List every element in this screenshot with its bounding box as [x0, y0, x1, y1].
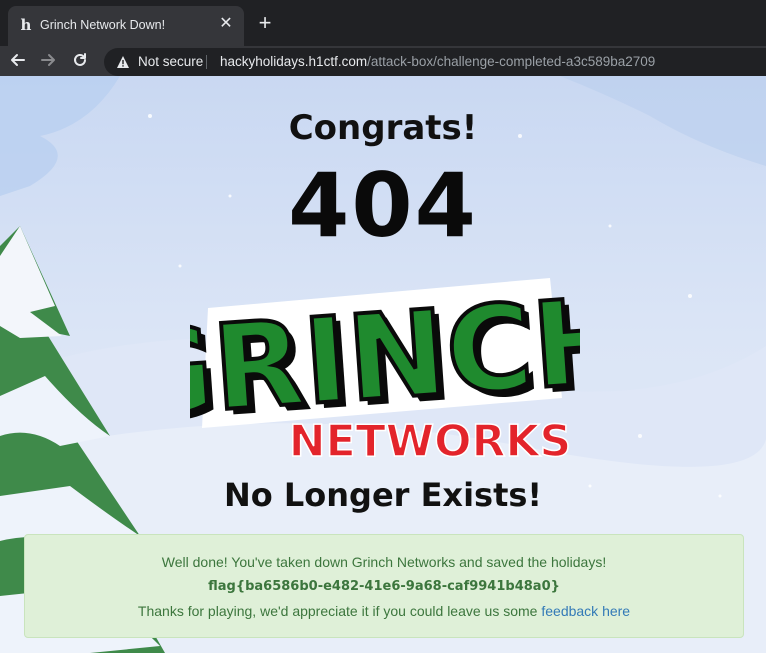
back-arrow-icon[interactable]: [8, 51, 28, 71]
url-path: /attack-box/challenge-completed-a3c589ba…: [367, 54, 656, 69]
alert-message: Well done! You've taken down Grinch Netw…: [161, 554, 607, 570]
address-divider: [206, 55, 207, 69]
page-subheading: No Longer Exists!: [223, 476, 543, 514]
error-code: 404: [288, 154, 478, 257]
warning-triangle-icon[interactable]: [116, 55, 130, 69]
grinch-networks-logo: GRINCH GRINCH NETWORKS: [190, 269, 580, 464]
thanks-text: Thanks for playing, we'd appreciate it i…: [137, 603, 542, 619]
security-status[interactable]: Not secure: [138, 54, 203, 70]
alert-thanks: Thanks for playing, we'd appreciate it i…: [25, 603, 743, 619]
success-alert: Well done! You've taken down Grinch Netw…: [24, 534, 744, 638]
hackerone-favicon-icon: h: [20, 16, 32, 34]
page-content: Congrats! 404 GRINCH GRINCH NETWORKS No …: [0, 76, 766, 653]
tab-strip: h Grinch Network Down! ✕ +: [0, 0, 766, 46]
plus-icon[interactable]: +: [254, 12, 276, 34]
forward-arrow-icon[interactable]: [38, 51, 58, 71]
page-heading: Congrats!: [288, 108, 478, 148]
logo-networks-text: NETWORKS: [289, 416, 572, 464]
url-text[interactable]: hackyholidays.h1ctf.com/attack-box/chall…: [220, 54, 655, 70]
browser-tab[interactable]: h Grinch Network Down! ✕: [8, 6, 244, 46]
flag-text: flag{ba6586b0-e482-41e6-9a68-caf9941b48a…: [208, 579, 560, 594]
reload-icon[interactable]: [70, 51, 90, 71]
feedback-link[interactable]: feedback here: [541, 603, 630, 619]
close-icon[interactable]: ✕: [216, 14, 236, 34]
tab-title: Grinch Network Down!: [40, 18, 166, 32]
browser-toolbar: Not secure hackyholidays.h1ctf.com/attac…: [0, 46, 766, 76]
address-bar[interactable]: Not secure hackyholidays.h1ctf.com/attac…: [104, 48, 766, 76]
url-host: hackyholidays.h1ctf.com: [220, 54, 368, 69]
